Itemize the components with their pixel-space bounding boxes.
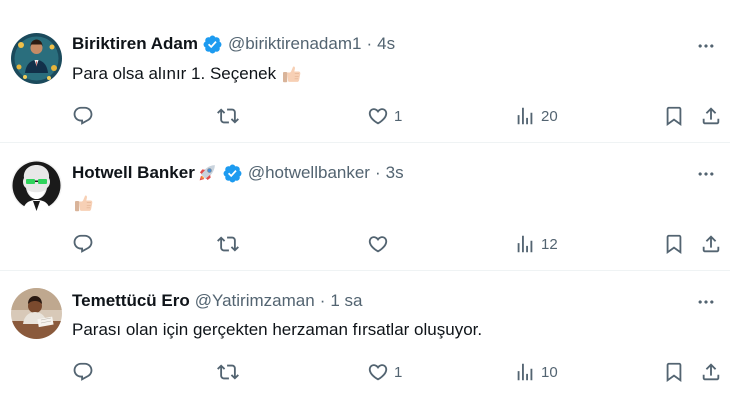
tweet-text-row [72, 191, 96, 215]
share-icon [700, 361, 722, 383]
views-button[interactable]: 20 [514, 103, 558, 129]
avatar[interactable] [11, 33, 62, 84]
views-icon [514, 233, 536, 255]
more-options-button[interactable] [694, 291, 718, 313]
reply-button[interactable] [72, 359, 99, 385]
views-button[interactable]: 12 [514, 231, 558, 257]
tweet[interactable]: Biriktiren Adam @biriktirenadam1 · 4s Pa… [0, 0, 730, 143]
more-icon [696, 164, 716, 184]
share-icon [700, 233, 722, 255]
share-button[interactable] [700, 359, 722, 385]
tweet-header: Hotwell Banker @hotwellbanker · 3s [72, 162, 404, 184]
separator: · [374, 163, 381, 182]
view-count: 10 [541, 363, 558, 381]
verified-badge-icon [222, 163, 243, 184]
views-icon [514, 361, 536, 383]
like-button[interactable] [367, 231, 394, 257]
more-icon [696, 292, 716, 312]
tweet-actions: 1 20 [72, 103, 724, 129]
bookmark-icon [663, 233, 685, 255]
tweet-text-row: Parası olan için gerçekten herzaman fırs… [72, 318, 482, 342]
bookmark-icon [663, 105, 685, 127]
views-button[interactable]: 10 [514, 359, 558, 385]
author-name[interactable]: Hotwell Banker [72, 162, 195, 184]
author-handle[interactable]: @hotwellbanker [248, 162, 370, 184]
heart-icon [367, 233, 389, 255]
separator: · [319, 291, 326, 310]
tweet[interactable]: Temettücü Ero @Yatirimzaman · 1 sa Paras… [0, 271, 730, 420]
timestamp[interactable]: 1 sa [330, 290, 362, 312]
tweet-header: Biriktiren Adam @biriktirenadam1 · 4s [72, 33, 395, 55]
bookmark-icon [663, 361, 685, 383]
thumbs-up-emoji [72, 191, 96, 215]
avatar[interactable] [11, 288, 62, 339]
author-name[interactable]: Temettücü Ero [72, 290, 190, 312]
separator: · [366, 34, 373, 53]
more-icon [696, 36, 716, 56]
like-button[interactable]: 1 [367, 103, 402, 129]
tweet-text: Para olsa alınır 1. Seçenek [72, 64, 277, 83]
reply-button[interactable] [72, 103, 99, 129]
avatar-image [11, 33, 62, 84]
heart-icon [367, 361, 389, 383]
reply-icon [72, 361, 94, 383]
retweet-button[interactable] [217, 103, 244, 129]
author-name[interactable]: Biriktiren Adam [72, 33, 198, 55]
like-button[interactable]: 1 [367, 359, 402, 385]
reply-icon [72, 233, 94, 255]
tweet-feed: Biriktiren Adam @biriktirenadam1 · 4s Pa… [0, 0, 730, 420]
reply-button[interactable] [72, 231, 99, 257]
avatar-image [11, 160, 62, 211]
more-options-button[interactable] [694, 163, 718, 185]
share-button[interactable] [700, 231, 722, 257]
tweet-actions: 1 10 [72, 359, 724, 385]
retweet-icon [217, 361, 239, 383]
tweet-actions: 12 [72, 231, 724, 257]
retweet-button[interactable] [217, 359, 244, 385]
bookmark-button[interactable] [663, 359, 685, 385]
retweet-icon [217, 233, 239, 255]
tweet-text-row: Para olsa alınır 1. Seçenek [72, 62, 304, 86]
reply-icon [72, 105, 94, 127]
retweet-button[interactable] [217, 231, 244, 257]
avatar-image [11, 288, 62, 339]
tweet[interactable]: Hotwell Banker @hotwellbanker · 3s 12 [0, 143, 730, 271]
tweet-text: Parası olan için gerçekten herzaman fırs… [72, 320, 483, 339]
heart-icon [367, 105, 389, 127]
views-icon [514, 105, 536, 127]
view-count: 12 [541, 235, 558, 253]
share-icon [700, 105, 722, 127]
like-count: 1 [394, 363, 403, 381]
thumbs-up-emoji [280, 62, 304, 86]
author-handle[interactable]: @biriktirenadam1 [228, 33, 361, 55]
timestamp[interactable]: 4s [377, 33, 395, 55]
share-button[interactable] [700, 103, 722, 129]
avatar[interactable] [11, 160, 62, 211]
rocket-emoji [196, 162, 218, 184]
like-count: 1 [394, 107, 403, 125]
timestamp[interactable]: 3s [386, 162, 404, 184]
view-count: 20 [541, 107, 558, 125]
tweet-header: Temettücü Ero @Yatirimzaman · 1 sa [72, 290, 363, 312]
author-handle[interactable]: @Yatirimzaman [195, 290, 315, 312]
bookmark-button[interactable] [663, 103, 685, 129]
retweet-icon [217, 105, 239, 127]
bookmark-button[interactable] [663, 231, 685, 257]
more-options-button[interactable] [694, 35, 718, 57]
verified-badge-icon [202, 34, 223, 55]
